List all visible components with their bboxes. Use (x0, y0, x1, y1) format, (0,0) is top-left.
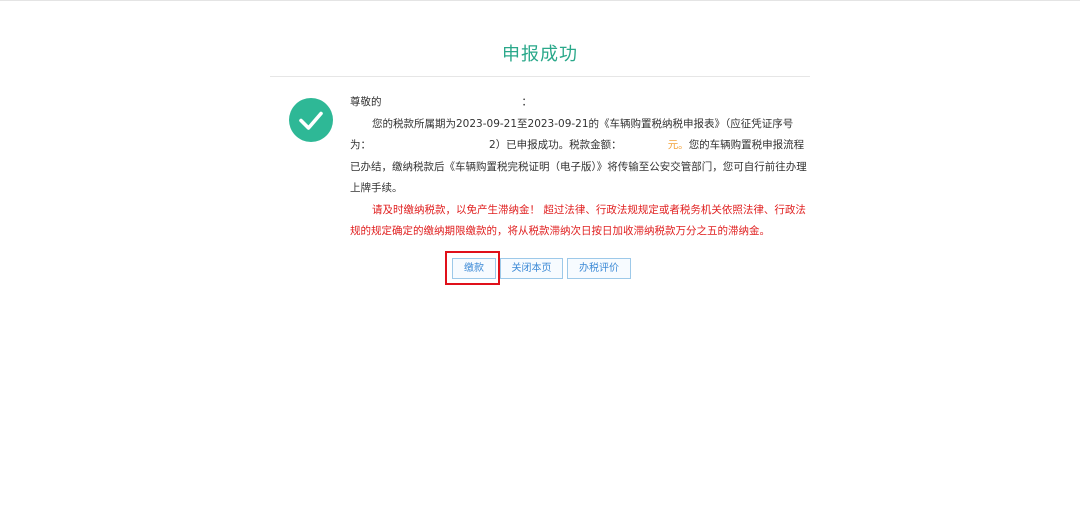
masked-taxpayer-name (382, 97, 522, 107)
check-circle-icon (289, 98, 333, 142)
sequence-tail: 2 (489, 139, 496, 151)
top-border (0, 0, 1080, 1)
pay-button-highlight (445, 251, 500, 285)
masked-tax-amount (622, 140, 668, 150)
late-fee-warning: 请及时缴纳税款，以免产生滞纳金！ 超过法律、行政法规规定或者税务机关依照法律、行… (350, 203, 806, 238)
close-page-button[interactable]: 关闭本页 (500, 258, 563, 279)
salutation-suffix: ： (521, 96, 533, 108)
title-divider (270, 76, 810, 77)
declaration-paragraph: 您的税款所属期为2023-09-21至2023-09-21的《车辆购置税纳税申报… (350, 114, 810, 200)
amount-unit: 元。 (667, 139, 689, 151)
page-title: 申报成功 (502, 44, 578, 65)
result-message: 尊敬的 ： 您的税款所属期为2023-09-21至2023-09-21的《车辆购置… (350, 92, 810, 243)
salutation-prefix: 尊敬的 (350, 96, 382, 108)
salutation: 尊敬的 ： (350, 92, 810, 114)
masked-sequence-number (371, 140, 489, 150)
declaration-success-text: ）已申报成功。税款金额： (495, 139, 622, 151)
evaluate-button[interactable]: 办税评价 (567, 258, 631, 279)
